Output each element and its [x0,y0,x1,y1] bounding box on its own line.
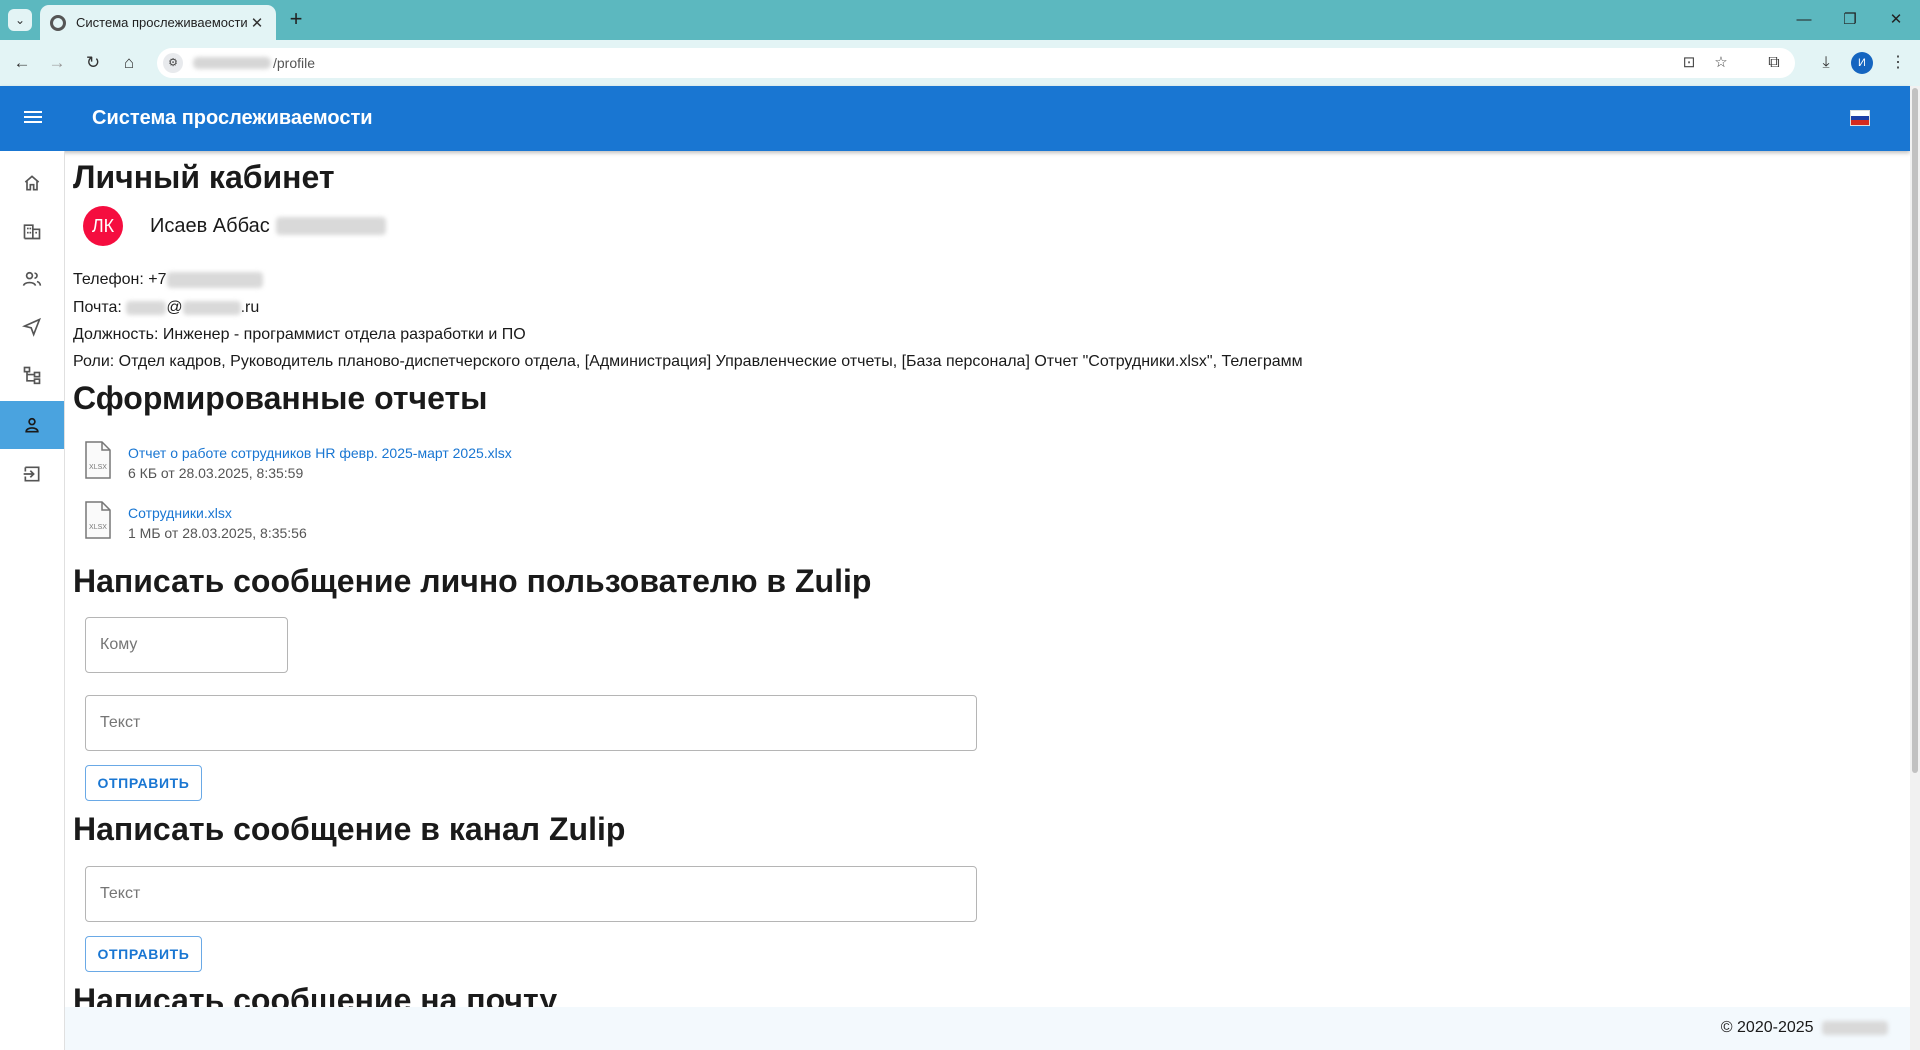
report-file-link[interactable]: Отчет о работе сотрудников HR февр. 2025… [128,445,512,461]
zulip-direct-title: Написать сообщение лично пользователю в … [73,563,872,599]
user-row: ЛК Исаев Аббас [83,205,386,247]
reports-title: Сформированные отчеты [73,380,488,416]
zulip-channel-title: Написать сообщение в канал Zulip [73,811,626,847]
logout-icon [23,466,40,482]
svg-text:XLSX: XLSX [89,464,107,471]
zulip-recipient-input[interactable] [86,618,287,672]
email-tld: .ru [240,299,260,316]
footer: © 2020-2025 [65,1007,1910,1050]
sidebar-item-home[interactable] [0,159,64,207]
menu-icon[interactable] [21,108,45,128]
sidebar [0,151,65,1050]
report-file: XLSX Сотрудники.xlsx 1 МБ от 28.03.2025,… [85,501,307,541]
email-label: Почта: [73,299,122,316]
zulip-channel-send-button[interactable]: ОТПРАВИТЬ [85,936,202,972]
browser-menu-icon[interactable]: ⋮ [1886,51,1910,75]
russian-flag-icon[interactable] [1850,110,1870,126]
footer-copyright: © 2020-2025 [1721,1019,1888,1037]
install-app-icon[interactable]: ⊡ [1679,53,1699,73]
app-header: Система прослеживаемости [0,86,1910,151]
sidebar-item-users[interactable] [0,255,64,303]
bookmark-star-icon[interactable]: ☆ [1711,53,1731,73]
company-redacted [1822,1020,1888,1035]
address-bar[interactable]: ⚙ /profile ⊡ ☆ [157,48,1795,78]
browser-tab-bar: ⌄ Система прослеживаемости ✕ + — ❐ ✕ [0,0,1920,40]
downloads-icon[interactable]: ⤓ [1814,51,1838,75]
close-window-button[interactable]: ✕ [1876,8,1916,32]
report-file-meta: 6 КБ от 28.03.2025, 8:35:59 [128,465,304,481]
browser-tab[interactable]: Система прослеживаемости ✕ [40,5,276,40]
page-title: Личный кабинет [73,159,335,195]
copyright-text: © 2020-2025 [1720,1019,1814,1036]
url-host-redacted [193,57,271,69]
new-tab-button[interactable]: + [284,8,308,32]
zulip-recipient-field[interactable] [85,617,288,673]
tab-list-button[interactable]: ⌄ [8,9,32,31]
user-name-redacted [275,217,386,235]
report-file-link[interactable]: Сотрудники.xlsx [128,505,307,521]
xlsx-file-icon: XLSX [85,441,111,479]
user-name: Исаев Аббас [150,214,270,237]
zulip-channel-text-input[interactable] [86,867,976,921]
sidebar-item-organization[interactable] [0,207,64,255]
forward-button[interactable]: → [45,51,69,75]
sidebar-item-logout[interactable] [0,450,64,498]
browser-profile-avatar[interactable]: И [1851,52,1873,74]
phone-row: Телефон: +7 [73,271,263,289]
zulip-direct-send-button[interactable]: ОТПРАВИТЬ [85,765,202,801]
email-domain-redacted [182,300,241,315]
xlsx-file-icon: XLSX [85,501,111,539]
person-icon [25,417,39,433]
email-at: @ [166,299,183,316]
sidebar-item-profile[interactable] [0,401,64,449]
send-icon [22,317,42,337]
report-file-meta: 1 МБ от 28.03.2025, 8:35:56 [128,525,307,541]
report-file: XLSX Отчет о работе сотрудников HR февр.… [85,441,512,481]
back-button[interactable]: ← [10,51,34,75]
sidebar-item-structure[interactable] [0,351,64,399]
people-icon [22,271,42,286]
close-tab-icon[interactable]: ✕ [248,14,266,32]
hierarchy-icon [23,366,41,385]
phone-label: Телефон: +7 [73,271,167,288]
zulip-direct-text-input[interactable] [86,696,976,750]
roles-row: Роли: Отдел кадров, Руководитель планово… [73,353,1303,370]
site-info-icon[interactable]: ⚙ [163,53,183,73]
home-button[interactable]: ⌂ [117,51,141,75]
phone-redacted [166,271,263,288]
url-path: /profile [273,55,316,71]
browser-toolbar: ← → ↻ ⌂ ⚙ /profile ⊡ ☆ ⧉ ⤓ И ⋮ [0,40,1920,86]
scrollbar-thumb[interactable] [1912,88,1918,773]
sidebar-item-messages[interactable] [0,303,64,351]
zulip-channel-text-field[interactable] [85,866,977,922]
email-row: Почта: @ .ru [73,299,259,317]
reload-button[interactable]: ↻ [81,51,105,75]
position-row: Должность: Инженер - программист отдела … [73,326,526,343]
home-icon [24,175,40,191]
zulip-direct-text-field[interactable] [85,695,977,751]
page-scrollbar[interactable] [1910,86,1920,1050]
svg-text:XLSX: XLSX [89,524,107,531]
tab-title: Система прослеживаемости [76,15,248,30]
email-user-redacted [126,300,167,315]
extensions-icon[interactable]: ⧉ [1762,51,1786,75]
restore-button[interactable]: ❐ [1830,8,1870,32]
app-title: Система прослеживаемости [92,107,373,129]
building-icon [23,224,41,240]
favicon-icon [50,14,66,31]
minimize-button[interactable]: — [1784,8,1824,32]
avatar: ЛК [83,206,123,246]
